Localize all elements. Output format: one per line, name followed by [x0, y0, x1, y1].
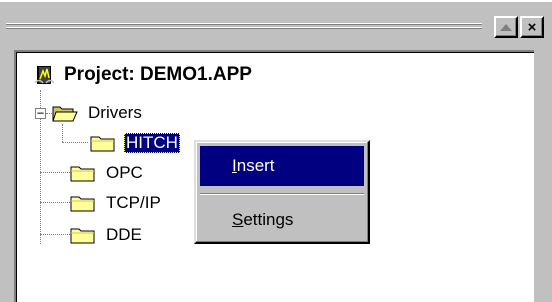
tree-item-tcpip[interactable]: TCP/IP	[70, 192, 163, 214]
close-button[interactable]: ×	[520, 16, 544, 38]
maximize-button[interactable]	[494, 16, 518, 38]
tree-line	[62, 142, 88, 143]
drivers-label: Drivers	[88, 103, 142, 122]
tree-line	[40, 202, 70, 203]
menu-separator	[200, 193, 364, 195]
project-book-icon	[34, 66, 55, 84]
tree-item-drivers[interactable]: Drivers	[52, 102, 144, 124]
tree-item-opc[interactable]: OPC	[70, 162, 145, 184]
folder-open-icon	[52, 106, 78, 122]
workspace-window: × Project: DEMO1.APP − Drivers HITCH OPC…	[0, 0, 552, 302]
settings-label-rest: ettings	[243, 210, 294, 229]
window-top-edge	[0, 0, 552, 6]
maximize-triangle-icon	[500, 23, 512, 31]
collapse-drivers-toggle[interactable]: −	[35, 107, 46, 119]
folder-icon	[90, 136, 115, 152]
menu-item-insert[interactable]: Insert	[200, 146, 364, 186]
menu-item-settings[interactable]: Settings	[200, 200, 364, 240]
tree-root-project[interactable]: Project: DEMO1.APP	[34, 63, 252, 87]
tree-line	[40, 234, 70, 235]
tcpip-label: TCP/IP	[106, 193, 161, 212]
dde-label: DDE	[106, 225, 142, 244]
tree-item-dde[interactable]: DDE	[70, 224, 144, 246]
settings-mnemonic: S	[232, 210, 244, 229]
opc-label: OPC	[106, 163, 143, 182]
insert-label-rest: nsert	[236, 156, 275, 175]
title-grip[interactable]	[6, 23, 482, 31]
close-icon: ×	[527, 18, 537, 36]
tree-line	[62, 124, 63, 142]
context-menu: Insert Settings	[194, 140, 370, 244]
project-label: Project: DEMO1.APP	[64, 64, 252, 85]
title-bar[interactable]: ×	[6, 14, 546, 40]
folder-icon	[70, 166, 95, 182]
folder-icon	[70, 196, 95, 212]
folder-icon	[70, 228, 95, 244]
tree-item-hitch[interactable]: HITCH	[90, 132, 180, 154]
hitch-label: HITCH	[124, 133, 180, 153]
tree-line	[40, 172, 70, 173]
